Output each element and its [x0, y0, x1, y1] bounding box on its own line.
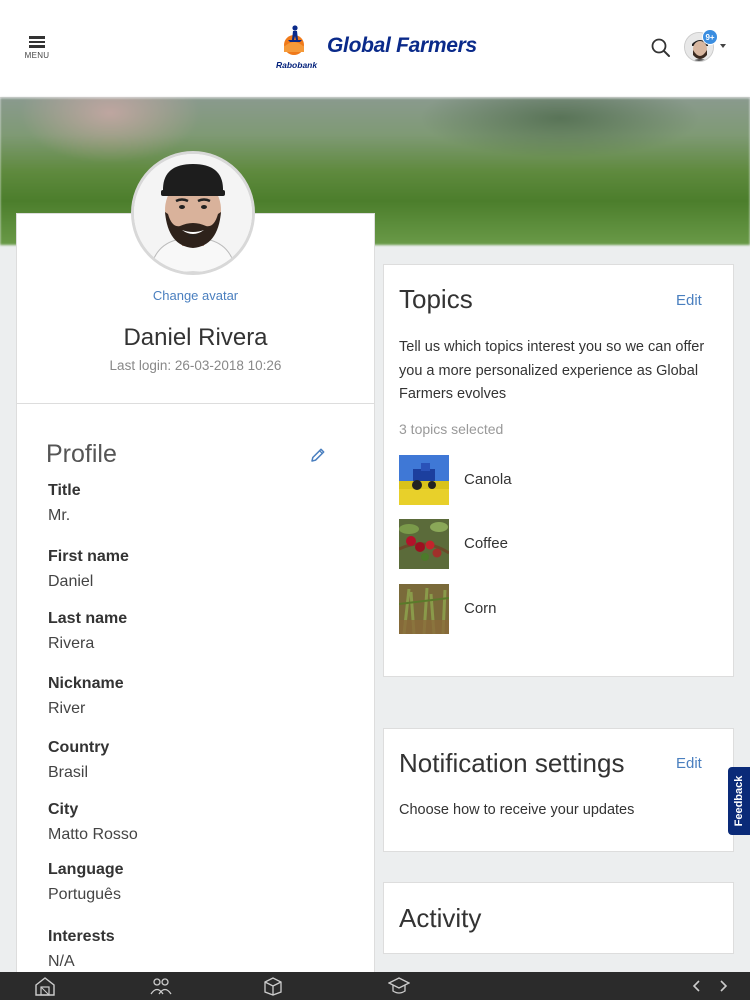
- topic-label-corn: Corn: [464, 600, 497, 617]
- field-label-language: Language: [48, 861, 124, 878]
- chevron-right-icon[interactable]: [712, 976, 734, 996]
- topic-label-canola: Canola: [464, 471, 512, 488]
- field-value-country: Brasil: [48, 764, 89, 781]
- corn-thumbnail: [399, 584, 449, 634]
- app-header: MENU Rabobank Global Farmers 9+: [0, 0, 750, 98]
- graduation-cap-icon[interactable]: [387, 976, 411, 996]
- brand-logo[interactable]: Rabobank Global Farmers: [274, 22, 477, 72]
- topics-selected-count: 3 topics selected: [399, 421, 504, 437]
- topics-edit-link[interactable]: Edit: [676, 292, 702, 309]
- field-value-first-name: Daniel: [48, 573, 94, 590]
- field-value-city: Matto Rosso: [48, 826, 138, 843]
- edit-profile-button[interactable]: [309, 446, 327, 464]
- field-label-first-name: First name: [48, 548, 129, 565]
- search-icon: [651, 38, 670, 57]
- box-icon[interactable]: [262, 976, 284, 996]
- people-icon[interactable]: [150, 976, 172, 996]
- topics-title: Topics: [399, 284, 473, 314]
- notification-settings-title: Notification settings: [399, 748, 625, 778]
- field-label-city: City: [48, 801, 79, 818]
- activity-title: Activity: [399, 903, 482, 933]
- profile-heading: Profile: [46, 440, 117, 468]
- field-value-nickname: River: [48, 700, 86, 717]
- barn-icon[interactable]: [34, 976, 56, 996]
- hamburger-icon: [29, 36, 45, 48]
- notification-edit-link[interactable]: Edit: [676, 755, 702, 772]
- field-label-last-name: Last name: [48, 610, 128, 627]
- coffee-thumbnail: [399, 519, 449, 569]
- canola-thumbnail: [399, 455, 449, 505]
- chevron-left-icon[interactable]: [686, 976, 708, 996]
- change-avatar-link[interactable]: Change avatar: [16, 288, 375, 303]
- chevron-down-icon[interactable]: [720, 44, 726, 48]
- feedback-tab[interactable]: Feedback: [728, 767, 750, 835]
- bottom-toolbar: [0, 972, 750, 1000]
- field-label-title: Title: [48, 482, 81, 499]
- brand-title: Global Farmers: [327, 34, 477, 57]
- last-login-text: Last login: 26-03-2018 10:26: [109, 358, 282, 373]
- rabobank-logo-icon: Rabobank: [274, 22, 318, 72]
- field-value-language: Português: [48, 886, 121, 903]
- menu-label: MENU: [24, 51, 50, 60]
- field-label-nickname: Nickname: [48, 675, 124, 692]
- user-full-name: Daniel Rivera: [123, 324, 268, 351]
- topic-label-coffee: Coffee: [464, 535, 508, 552]
- field-label-country: Country: [48, 739, 110, 756]
- topics-description: Tell us which topics interest you so we …: [399, 339, 705, 402]
- pencil-icon: [311, 448, 325, 462]
- profile-photo: [134, 154, 252, 272]
- notification-description: Choose how to receive your updates: [399, 802, 635, 818]
- menu-button[interactable]: MENU: [20, 36, 54, 66]
- search-button[interactable]: [650, 37, 672, 59]
- profile-avatar: [131, 151, 255, 275]
- field-value-interests: N/A: [48, 953, 75, 970]
- notification-badge[interactable]: 9+: [702, 29, 718, 45]
- notification-settings-card: [383, 728, 734, 852]
- card-divider: [16, 403, 375, 404]
- field-label-interests: Interests: [48, 928, 115, 945]
- rabobank-wordmark: Rabobank: [276, 60, 318, 70]
- feedback-label: Feedback: [733, 775, 745, 827]
- field-value-title: Mr.: [48, 507, 71, 524]
- field-value-last-name: Rivera: [48, 635, 95, 652]
